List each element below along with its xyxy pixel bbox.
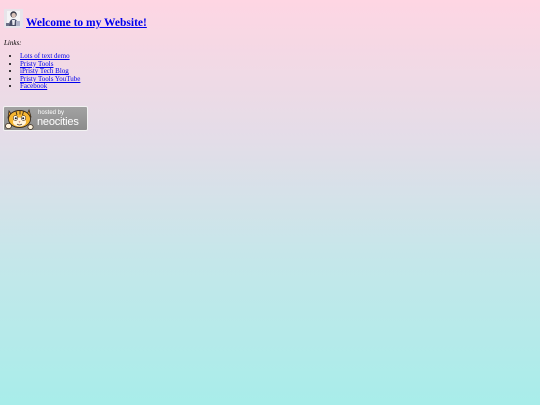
site-title: Welcome to my Website! — [26, 16, 147, 30]
list-item: Facebook — [20, 83, 80, 91]
neocities-badge-link[interactable]: hosted by neocities — [3, 106, 88, 131]
link-facebook[interactable]: Facebook — [20, 82, 47, 91]
badge-neocities-text: neocities — [37, 116, 79, 128]
person-avatar-icon — [4, 9, 23, 28]
links-label: Links: — [4, 39, 22, 47]
page: { "header": { "avatar_icon": "person-ava… — [0, 0, 540, 405]
site-title-link[interactable]: Welcome to my Website! — [26, 17, 147, 29]
links-list: Lots of text demo Pristy Tools iPristy T… — [4, 52, 80, 91]
neocities-cat-icon — [5, 108, 34, 130]
site-header: Welcome to my Website! — [4, 9, 147, 30]
